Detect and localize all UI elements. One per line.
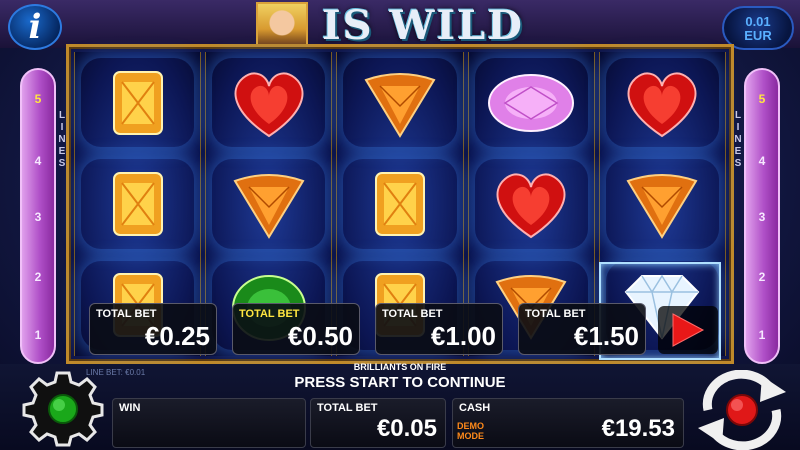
- settings-gear-icon[interactable]: [20, 370, 106, 448]
- bet-option-button[interactable]: TOTAL BET €1.00: [375, 303, 503, 355]
- reel-cell: [206, 52, 331, 153]
- total-bet-label: TOTAL BET: [317, 402, 378, 414]
- info-button[interactable]: i: [8, 4, 62, 50]
- slot-game: i IS WILD 0.01 EUR 5 4 3 2 1 5 4 3 2 1 L…: [0, 0, 800, 450]
- bet-option-value: €0.25: [144, 321, 210, 351]
- autospin-button[interactable]: [690, 370, 794, 450]
- wild-portrait-image: [256, 2, 308, 48]
- orange-triangle-gem-symbol: [364, 72, 436, 138]
- bet-option-label: TOTAL BET: [525, 308, 586, 320]
- reel-cell: [75, 153, 200, 254]
- red-heart-gem-symbol: [628, 72, 697, 137]
- bet-option-value: €1.00: [430, 321, 496, 351]
- lines-label-right: LINES: [734, 110, 742, 169]
- bet-option-button[interactable]: TOTAL BET €0.25: [89, 303, 217, 355]
- pink-oval-gem-symbol: [488, 73, 575, 132]
- reel-cell: [337, 153, 462, 254]
- total-bet-panel: TOTAL BET €0.05: [310, 398, 446, 448]
- status-message: PRESS START TO CONTINUE: [294, 374, 506, 391]
- line-number[interactable]: 4: [746, 154, 778, 168]
- bet-option-value: €0.50: [287, 321, 353, 351]
- line-number[interactable]: 5: [22, 92, 54, 106]
- red-heart-gem-symbol: [496, 173, 566, 239]
- red-heart-gem-symbol: [234, 72, 304, 137]
- line-number[interactable]: 5: [746, 92, 778, 106]
- line-number[interactable]: 4: [22, 154, 54, 168]
- line-number[interactable]: 3: [22, 210, 54, 224]
- cash-value: €19.53: [601, 415, 675, 442]
- orange-square-gem-symbol: [112, 171, 163, 236]
- play-button[interactable]: [658, 306, 718, 354]
- info-icon: i: [28, 7, 42, 47]
- cash-label: CASH: [459, 402, 491, 414]
- line-number[interactable]: 3: [746, 210, 778, 224]
- bet-option-label: TOTAL BET: [96, 308, 157, 320]
- denomination-value: 0.01: [745, 14, 771, 29]
- total-bet-value: €0.05: [376, 415, 437, 442]
- orange-square-gem-symbol: [375, 171, 425, 236]
- lines-label-left: LINES: [58, 110, 66, 169]
- reel-cell: [469, 52, 594, 153]
- lines-panel-right: 5 4 3 2 1: [744, 68, 780, 364]
- autospin-arrows-icon: [698, 370, 786, 450]
- line-number[interactable]: 1: [22, 328, 54, 342]
- line-number[interactable]: 1: [746, 328, 778, 342]
- reel-cell: [206, 153, 331, 254]
- line-number[interactable]: 2: [22, 270, 54, 284]
- reel-cell: [337, 52, 462, 153]
- win-label: WIN: [119, 402, 141, 414]
- play-icon: [672, 313, 705, 347]
- reel-cell: [469, 153, 594, 254]
- orange-triangle-gem-symbol: [233, 174, 305, 239]
- bet-option-button[interactable]: TOTAL BET €1.50: [518, 303, 646, 355]
- game-logo: IS WILD: [256, 1, 524, 49]
- reel-cell: [600, 52, 725, 153]
- win-panel: WIN: [112, 398, 306, 448]
- orange-triangle-gem-symbol: [626, 174, 698, 239]
- line-number[interactable]: 2: [746, 270, 778, 284]
- reel-cell: [75, 52, 200, 153]
- bet-option-button[interactable]: TOTAL BET €0.50: [232, 303, 360, 355]
- bet-option-label: TOTAL BET: [239, 308, 300, 320]
- lines-panel-left: 5 4 3 2 1: [20, 68, 56, 364]
- cash-panel: CASH DEMO MODE €19.53: [452, 398, 684, 448]
- game-name: BRILLIANTS ON FIRE: [353, 362, 447, 372]
- denomination-currency: EUR: [744, 28, 772, 43]
- orange-square-gem-symbol: [112, 70, 163, 135]
- bet-option-value: €1.50: [573, 321, 639, 351]
- game-title: IS WILD: [322, 1, 524, 49]
- reel-cell: [600, 153, 725, 254]
- bet-option-label: TOTAL BET: [382, 308, 443, 320]
- demo-mode-label: DEMO MODE: [457, 421, 484, 441]
